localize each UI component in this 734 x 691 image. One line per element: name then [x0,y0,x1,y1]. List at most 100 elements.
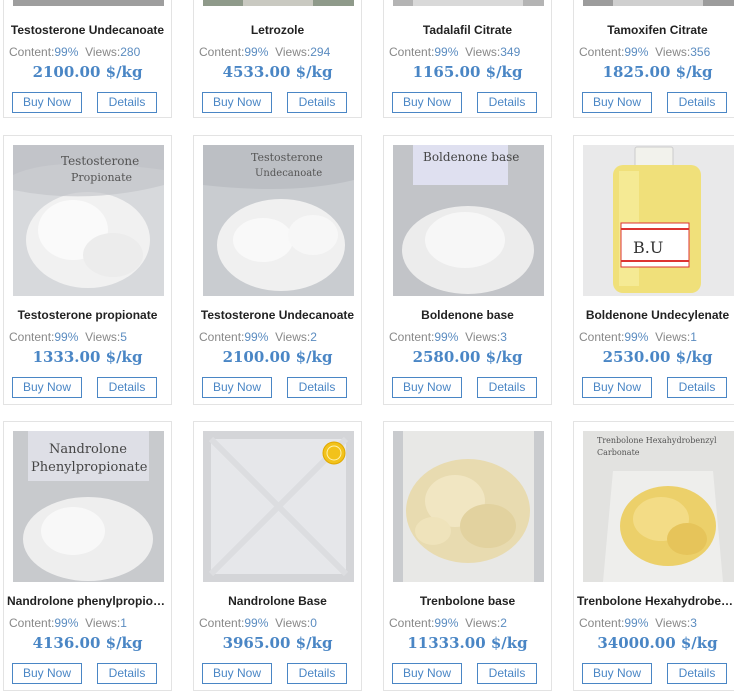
product-name[interactable]: Boldenone base [387,308,548,322]
product-price: 34000.00 $/kg [597,634,718,652]
product-name[interactable]: Nandrolone Base [197,594,358,608]
content-value: 99% [54,45,79,59]
views-value: 0 [310,616,317,630]
details-button[interactable]: Details [97,92,157,113]
product-photo[interactable] [583,0,734,6]
product-meta: Content:99% Views:2 [199,330,317,344]
product-name[interactable]: Boldenone Undecylenate [577,308,734,322]
product-price: 1165.00 $/kg [412,63,523,81]
product-price: 1825.00 $/kg [602,63,713,81]
buy-now-button[interactable]: Buy Now [12,92,82,113]
product-photo[interactable]: Trenbolone Hexahydrobenzyl Carbonate [583,431,734,582]
product-meta: Content:99% Views:349 [389,45,521,59]
buy-now-button[interactable]: Buy Now [202,92,272,113]
details-button[interactable]: Details [287,377,347,398]
product-name[interactable]: Tamoxifen Citrate [577,23,734,37]
product-meta: Content:99% Views:2 [389,616,507,630]
product-card[interactable]: Nandrolone Phenylpropionate Nandrolone p… [3,421,172,691]
product-price: 2530.00 $/kg [602,348,713,366]
details-button[interactable]: Details [477,92,537,113]
photo-label: Testosterone [251,151,323,164]
product-price: 11333.00 $/kg [407,634,528,652]
details-button[interactable]: Details [97,377,157,398]
photo-label: B.U [633,238,663,257]
content-value: 99% [244,330,269,344]
content-value: 99% [434,616,459,630]
views-value: 2 [500,616,507,630]
product-name[interactable]: Trenbolone Hexahydrobenzylcarbonate [577,594,734,608]
photo-label: Propionate [71,171,132,184]
buy-now-button[interactable]: Buy Now [12,663,82,684]
details-button[interactable]: Details [287,92,347,113]
product-price: 2580.00 $/kg [412,348,523,366]
product-card[interactable]: Boldenone base Boldenone base Content:99… [383,135,552,405]
views-value: 356 [690,45,711,59]
product-card[interactable]: Trenbolone Hexahydrobenzyl Carbonate Tre… [573,421,734,691]
views-value: 280 [120,45,141,59]
views-value: 5 [120,330,127,344]
buy-now-button[interactable]: Buy Now [202,377,272,398]
photo-label: Trenbolone Hexahydrobenzyl [597,436,717,445]
views-value: 2 [310,330,317,344]
product-photo[interactable] [393,0,544,6]
product-meta: Content:99% Views:1 [579,330,697,344]
product-meta: Content:99% Views:1 [9,616,127,630]
details-button[interactable]: Details [97,663,157,684]
photo-label: Boldenone base [423,150,519,164]
product-name[interactable]: Tadalafil Citrate [387,23,548,37]
product-meta: Content:99% Views:294 [199,45,331,59]
product-card[interactable]: Testosterone Undecanoate Content:99% Vie… [3,0,172,118]
details-button[interactable]: Details [667,92,727,113]
product-card[interactable]: Testosterone Propionate Testosterone pro… [3,135,172,405]
product-card[interactable]: Tamoxifen Citrate Content:99% Views:356 … [573,0,734,118]
product-photo[interactable] [203,431,354,582]
buy-now-button[interactable]: Buy Now [582,92,652,113]
product-meta: Content:99% Views:3 [579,616,697,630]
buy-now-button[interactable]: Buy Now [202,663,272,684]
details-button[interactable]: Details [667,377,727,398]
buy-now-button[interactable]: Buy Now [392,663,462,684]
product-photo[interactable] [13,0,164,6]
product-name[interactable]: Testosterone propionate [7,308,168,322]
content-value: 99% [434,45,459,59]
details-button[interactable]: Details [667,663,727,684]
product-price: 4136.00 $/kg [32,634,143,652]
photo-label: Undecanoate [255,168,322,179]
product-card[interactable]: Tadalafil Citrate Content:99% Views:349 … [383,0,552,118]
product-photo[interactable]: Testosterone Undecanoate [203,145,354,296]
product-photo[interactable]: Boldenone base [393,145,544,296]
product-meta: Content:99% Views:280 [9,45,141,59]
content-value: 99% [54,616,79,630]
product-photo[interactable]: Testosterone Propionate [13,145,164,296]
buy-now-button[interactable]: Buy Now [12,377,82,398]
photo-label: Nandrolone [49,442,127,457]
product-photo[interactable] [393,431,544,582]
product-name[interactable]: Nandrolone phenylpropionate [7,594,168,608]
product-price: 1333.00 $/kg [32,348,143,366]
details-button[interactable]: Details [477,663,537,684]
buy-now-button[interactable]: Buy Now [582,663,652,684]
product-photo[interactable] [203,0,354,6]
product-photo[interactable]: B.U [583,145,734,296]
details-button[interactable]: Details [477,377,537,398]
product-name[interactable]: Letrozole [197,23,358,37]
buy-now-button[interactable]: Buy Now [582,377,652,398]
content-value: 99% [624,330,649,344]
product-card[interactable]: Trenbolone base Content:99% Views:2 1133… [383,421,552,691]
product-card[interactable]: Nandrolone Base Content:99% Views:0 3965… [193,421,362,691]
views-value: 1 [120,616,127,630]
product-photo[interactable]: Nandrolone Phenylpropionate [13,431,164,582]
details-button[interactable]: Details [287,663,347,684]
product-price: 4533.00 $/kg [222,63,333,81]
product-name[interactable]: Testosterone Undecanoate [197,308,358,322]
buy-now-button[interactable]: Buy Now [392,92,462,113]
photo-label: Testosterone [61,154,139,168]
product-card[interactable]: Letrozole Content:99% Views:294 4533.00 … [193,0,362,118]
product-card[interactable]: B.U Boldenone Undecylenate Content:99% V… [573,135,734,405]
product-meta: Content:99% Views:5 [9,330,127,344]
product-name[interactable]: Testosterone Undecanoate [7,23,168,37]
product-name[interactable]: Trenbolone base [387,594,548,608]
product-card[interactable]: Testosterone Undecanoate Testosterone Un… [193,135,362,405]
photo-label: Phenylpropionate [31,460,148,475]
buy-now-button[interactable]: Buy Now [392,377,462,398]
